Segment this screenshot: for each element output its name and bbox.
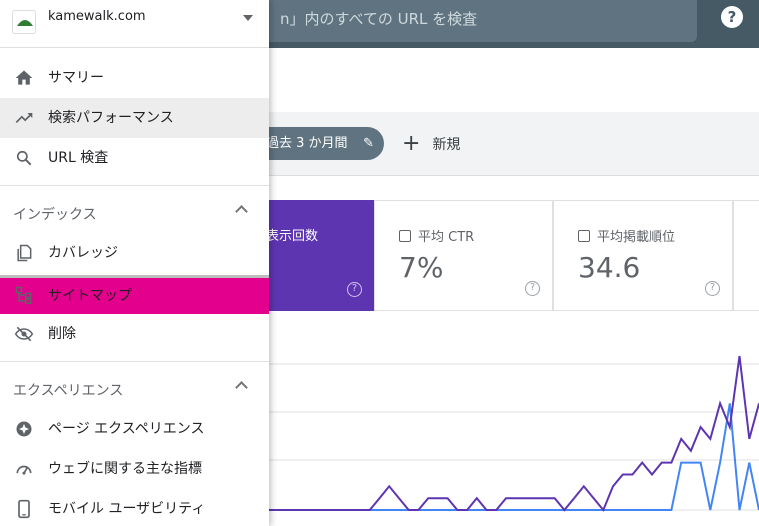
ctr-metric-card[interactable]: 平均 CTR 7% ?	[374, 200, 553, 311]
copy-icon	[17, 244, 32, 262]
nav-item-label: カバレッジ	[48, 245, 118, 261]
add-filter-button[interactable]: + 新規	[402, 132, 460, 156]
date-range-label: 過去 3 か月間	[266, 136, 348, 151]
nav-item-core-web-vitals[interactable]: ウェブに関する主な指標	[0, 449, 269, 489]
dropdown-caret-icon	[243, 15, 253, 21]
ctr-checkbox[interactable]	[399, 230, 411, 242]
nav-item-label: 削除	[48, 326, 76, 342]
nav-item-page-experience[interactable]: ページ エクスペリエンス	[0, 409, 269, 449]
nav-item-sitemaps[interactable]: サイトマップ	[0, 278, 269, 314]
speed-icon	[16, 465, 32, 475]
position-checkbox[interactable]	[578, 230, 590, 242]
help-circle-icon[interactable]: ?	[525, 281, 540, 296]
nav-item-label: モバイル ユーザビリティ	[48, 501, 206, 517]
nav-item-url-inspection[interactable]: URL 検査	[0, 138, 269, 178]
metric-card-partial[interactable]	[733, 200, 759, 311]
home-icon	[15, 70, 33, 85]
ctr-value: 7%	[399, 251, 444, 284]
nav-item-mobile-usability[interactable]: モバイル ユーザビリティ	[0, 489, 269, 526]
nav-item-label: サイトマップ	[48, 288, 132, 304]
position-label-row: 平均掲載順位	[578, 226, 675, 245]
search-placeholder: n」内のすべての URL を検査	[280, 10, 478, 28]
smartphone-icon	[18, 499, 30, 519]
nav-item-label: サマリー	[48, 70, 104, 86]
section-header-index[interactable]: インデックス	[0, 193, 269, 233]
page-experience-icon	[16, 421, 32, 437]
plus-icon: +	[402, 131, 421, 156]
ctr-label: 平均 CTR	[418, 230, 475, 245]
nav-item-label: 検索パフォーマンス	[48, 110, 174, 126]
nav-item-removals[interactable]: 削除	[0, 314, 269, 354]
property-selector[interactable]: kamewalk.com	[0, 0, 269, 48]
navigation-drawer: kamewalk.com サマリー 検索パフォーマンス URL 検査 インデック…	[0, 0, 269, 526]
nav-item-label: ページ エクスペリエンス	[48, 421, 205, 437]
nav-item-label: URL 検査	[48, 150, 109, 166]
nav-item-label: ウェブに関する主な指標	[48, 461, 202, 477]
position-label: 平均掲載順位	[597, 230, 676, 245]
add-filter-label: 新規	[432, 137, 461, 153]
visibility-off-icon	[14, 326, 34, 342]
position-value: 34.6	[578, 251, 641, 284]
section-header-experience[interactable]: エクスペリエンス	[0, 369, 269, 409]
property-name: kamewalk.com	[48, 9, 146, 24]
edit-pencil-icon: ✎	[363, 136, 374, 151]
sitemap-icon	[15, 286, 32, 305]
nav-item-performance[interactable]: 検索パフォーマンス	[0, 98, 269, 138]
divider	[0, 361, 269, 362]
chevron-up-icon	[235, 205, 248, 218]
nav-item-coverage[interactable]: カバレッジ	[0, 233, 269, 273]
help-circle-icon[interactable]: ?	[347, 282, 362, 297]
help-icon[interactable]: ?	[721, 6, 743, 28]
search-icon	[16, 150, 32, 166]
position-metric-card[interactable]: 平均掲載順位 34.6 ?	[553, 200, 733, 311]
nav-item-summary[interactable]: サマリー	[0, 58, 269, 98]
chevron-up-icon	[235, 381, 248, 394]
favicon-icon	[12, 10, 36, 34]
section-title: エクスペリエンス	[13, 383, 124, 399]
section-title: インデックス	[13, 207, 97, 223]
help-circle-icon[interactable]: ?	[705, 281, 720, 296]
divider	[0, 185, 269, 186]
ctr-label-row: 平均 CTR	[399, 226, 474, 245]
trending-up-icon	[15, 113, 33, 123]
impressions-label: 表示回数	[266, 229, 319, 244]
